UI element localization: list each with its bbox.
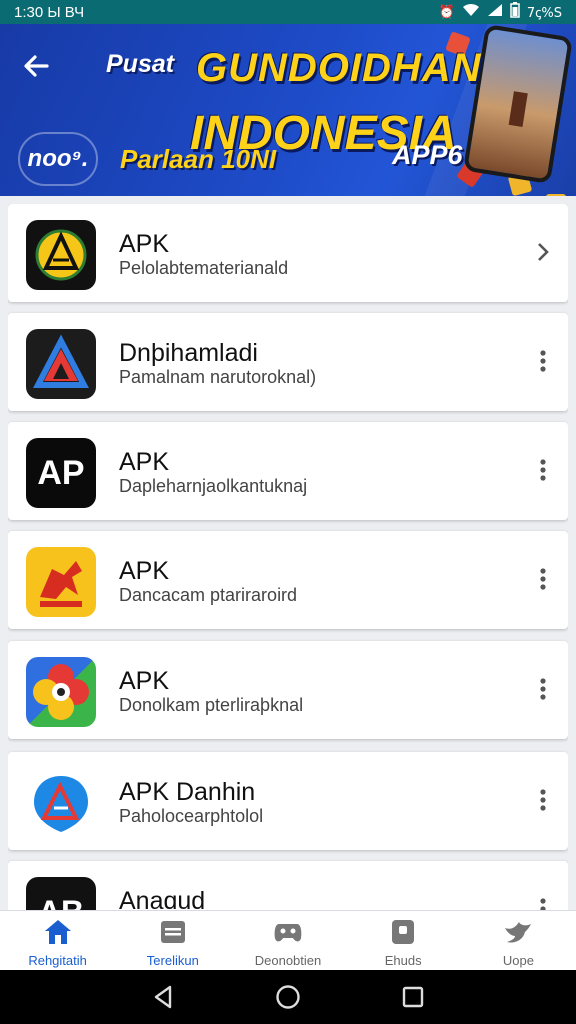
more-vert-icon — [540, 350, 546, 372]
ap-text-icon: AP — [26, 438, 96, 508]
nav-tab-phone[interactable]: Ehuds — [346, 911, 461, 970]
wifi-icon — [462, 3, 480, 21]
decor-cube — [546, 194, 566, 196]
bottom-nav: Rehgitatih Terelikun Deonobtien Ehuds Uo… — [0, 910, 576, 970]
nav-label: Terelikun — [146, 953, 199, 968]
nav-label: Uope — [502, 953, 534, 968]
circle-home-icon — [276, 985, 300, 1009]
banner-pusat: Pusat — [106, 50, 175, 78]
back-button[interactable] — [16, 46, 56, 86]
more-options-button[interactable] — [530, 343, 556, 379]
app-icon-text: AP — [37, 453, 85, 492]
nav-label: Ehuds — [384, 953, 422, 968]
more-vert-icon — [540, 898, 546, 910]
archive-icon — [158, 917, 188, 947]
battery-percent: 7ꞔ%S — [526, 6, 562, 21]
more-options-button[interactable] — [530, 891, 556, 910]
app-description: Donolkam pterliraþknal — [119, 695, 304, 715]
blue-a-pin-icon — [26, 768, 96, 838]
bird-icon — [503, 917, 533, 947]
app-description: Dapleharnjaolkantuknaj — [119, 476, 308, 496]
banner-apps-text: APP6 — [392, 140, 463, 170]
more-options-button[interactable] — [530, 782, 556, 818]
app-title: APK — [119, 557, 170, 585]
list-item[interactable]: APK Danhin Paholocearphtolol — [8, 752, 568, 850]
gamepad-icon — [273, 917, 303, 947]
banner-subline: Parlaan 10NI — [120, 144, 277, 174]
system-home-button[interactable] — [268, 977, 308, 1017]
open-button[interactable] — [530, 234, 556, 270]
app-description: Pamalnam narutoroknal) — [119, 367, 317, 387]
app-title: APK — [119, 448, 170, 476]
nav-tab-bird[interactable]: Uope — [461, 911, 576, 970]
list-item[interactable]: APK Pelolabtematerianald — [8, 204, 568, 302]
battery-icon — [510, 2, 520, 22]
app-title: APK Danhin — [119, 778, 256, 806]
app-description: Paholocearphtolol — [119, 806, 264, 826]
header-banner: Pusat GUNDOIDHAN INDONESIA noo⁹. Parlaan… — [0, 24, 576, 196]
app-title: APK — [119, 667, 170, 695]
arrow-left-icon — [24, 55, 49, 77]
square-recents-icon — [403, 986, 424, 1008]
nav-label: Rehgitatih — [28, 953, 87, 968]
system-recents-button[interactable] — [393, 977, 433, 1017]
app-description: Pelolabtematerianald — [119, 258, 289, 278]
chevron-right-icon — [538, 243, 549, 261]
nav-tab-archive[interactable]: Terelikun — [115, 911, 230, 970]
app-icon-text: AB — [38, 894, 84, 911]
list-item[interactable]: APK Dancacam ptariraroird — [8, 531, 568, 629]
more-vert-icon — [540, 789, 546, 811]
more-options-button[interactable] — [530, 561, 556, 597]
banner-logo: noo⁹. — [18, 132, 98, 186]
phone-icon — [388, 917, 418, 947]
more-vert-icon — [540, 459, 546, 481]
red-a-triangle-icon — [26, 329, 96, 399]
list-item[interactable]: AP APK Dapleharnjaolkantuknaj — [8, 422, 568, 520]
app-list: APK Pelolabtematerianald Dnþihamladi Pam… — [8, 204, 568, 910]
more-options-button[interactable] — [530, 452, 556, 488]
triangle-back-icon — [154, 985, 171, 1009]
status-time: 1:30 Ы ВЧ — [14, 3, 85, 21]
more-options-button[interactable] — [530, 671, 556, 707]
app-title: Dnþihamladi — [119, 339, 258, 367]
nav-tab-home[interactable]: Rehgitatih — [0, 911, 115, 970]
app-title: APK — [119, 230, 170, 258]
list-item[interactable]: AB Anaɑud — [8, 861, 568, 910]
flower-icon — [26, 657, 96, 727]
home-icon — [43, 917, 73, 947]
signal-icon — [487, 3, 503, 21]
alarm-icon: ⏰ — [438, 4, 455, 20]
system-back-button[interactable] — [143, 977, 183, 1017]
more-vert-icon — [540, 568, 546, 590]
system-nav — [0, 970, 576, 1024]
ab-text-icon: AB — [26, 877, 96, 910]
status-icons: ⏰ 7ꞔ%S — [439, 2, 562, 22]
status-bar: 1:30 Ы ВЧ ⏰ 7ꞔ%S — [0, 0, 576, 24]
red-horse-icon — [26, 547, 96, 617]
app-title: Anaɑud — [119, 887, 206, 910]
banner-headline-1: GUNDOIDHAN — [196, 46, 482, 90]
list-item[interactable]: APK Donolkam pterliraþknal — [8, 641, 568, 739]
nav-label: Deonobtien — [254, 953, 322, 968]
more-vert-icon — [540, 678, 546, 700]
gold-emblem-icon — [26, 220, 96, 290]
nav-tab-games[interactable]: Deonobtien — [230, 911, 345, 970]
list-item[interactable]: Dnþihamladi Pamalnam narutoroknal) — [8, 313, 568, 411]
app-description: Dancacam ptariraroird — [119, 585, 298, 605]
